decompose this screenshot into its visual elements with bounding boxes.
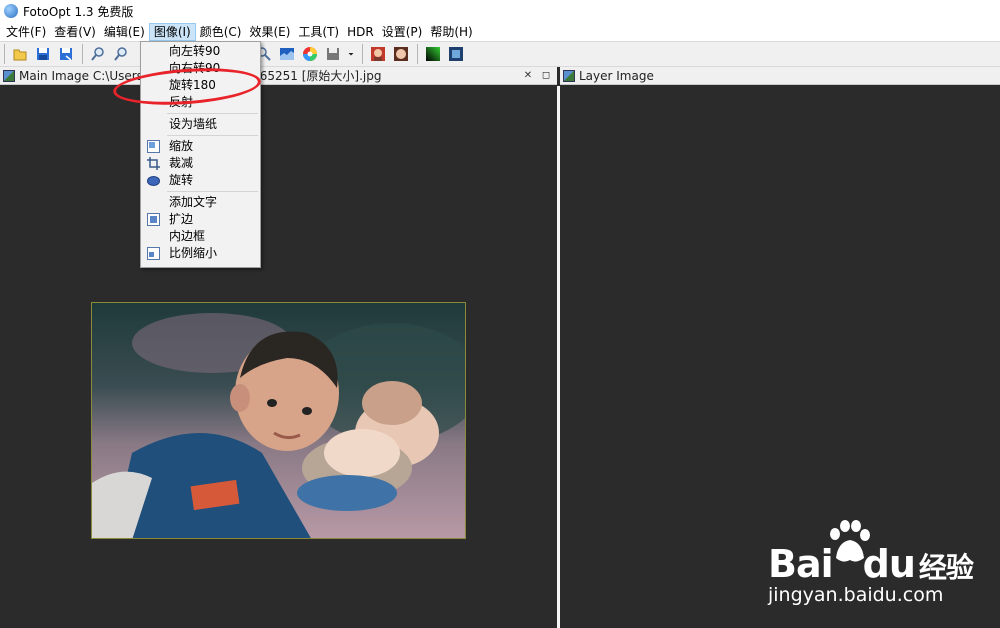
zoom-in-icon (91, 47, 104, 61)
menu-file[interactable]: 文件(F) (2, 23, 50, 41)
scale-down-icon (147, 247, 160, 260)
menu-crop[interactable]: 裁减 (141, 155, 260, 172)
menu-hdr[interactable]: HDR (343, 23, 378, 41)
crop-icon (147, 157, 160, 170)
menu-effects[interactable]: 效果(E) (245, 23, 294, 41)
menu-image[interactable]: 图像(I) (148, 22, 196, 41)
menu-item-label: 添加文字 (169, 195, 218, 209)
window-title: FotoOpt 1.3 免费版 (23, 4, 134, 19)
menu-item-label: 旋转 (169, 173, 194, 187)
color-wheel-icon (303, 47, 317, 61)
open-folder-icon (13, 49, 27, 61)
menu-resize[interactable]: 缩放 (141, 138, 260, 155)
rotate-icon (147, 176, 160, 186)
frame-button[interactable] (445, 43, 467, 65)
open-button[interactable] (9, 43, 31, 65)
menu-item-label: 缩放 (169, 139, 194, 153)
menu-view[interactable]: 查看(V) (50, 23, 100, 41)
menu-scale-down[interactable]: 比例缩小 (141, 245, 260, 262)
menu-help[interactable]: 帮助(H) (426, 23, 476, 41)
menu-add-text[interactable]: 添加文字 (141, 194, 260, 211)
save-format-button[interactable] (322, 43, 344, 65)
gradient-button[interactable] (422, 43, 444, 65)
expand-border-icon (147, 213, 160, 226)
app-icon (4, 4, 18, 18)
menu-settings[interactable]: 设置(P) (378, 23, 427, 41)
menu-separator (167, 135, 258, 136)
menu-inner-border[interactable]: 内边框 (141, 228, 260, 245)
zoom-in-button[interactable] (87, 43, 109, 65)
disk-icon (327, 48, 339, 60)
baidu-jingyan-watermark: Bai du 经验 jingyan.baidu.com (768, 520, 1000, 628)
main-image-photo (91, 302, 466, 539)
baidu-logo-bai: Bai (768, 542, 834, 586)
image-icon (3, 69, 15, 82)
watermark-url: jingyan.baidu.com (768, 584, 944, 606)
zoom-out-icon (114, 47, 127, 61)
toolbar-separator (4, 44, 5, 64)
menu-item-label: 设为墙纸 (169, 117, 218, 131)
save-button[interactable] (32, 43, 54, 65)
menu-expand-border[interactable]: 扩边 (141, 211, 260, 228)
title-bar: FotoOpt 1.3 免费版 (0, 0, 1000, 22)
main-image-title: Main Image C:\Users\0 2\pexels-photo-765… (19, 69, 382, 83)
portrait-effect-button[interactable] (367, 43, 389, 65)
resize-icon (147, 140, 160, 153)
menu-tools[interactable]: 工具(T) (294, 23, 343, 41)
menu-item-label: 内边框 (169, 229, 206, 243)
baidu-logo-text: Bai du 经验 (768, 542, 974, 586)
baidu-logo-jingyan: 经验 (918, 551, 974, 584)
menu-color[interactable]: 颜色(C) (196, 23, 246, 41)
levels-button[interactable] (276, 43, 298, 65)
chevron-down-icon (348, 53, 354, 56)
baby-photo-image (92, 303, 465, 538)
face-icon (394, 47, 408, 61)
save-as-icon (60, 48, 72, 61)
menu-separator (167, 191, 258, 192)
menu-item-label: 比例缩小 (169, 246, 218, 260)
main-image-pane-header: Main Image C:\Users\0 2\pexels-photo-765… (0, 67, 557, 85)
menu-rotate-left-90[interactable]: 向左转90 (141, 43, 260, 60)
menu-bar: 文件(F) 查看(V) 编辑(E) 图像(I) 颜色(C) 效果(E) 工具(T… (0, 22, 1000, 41)
layer-image-pane-header: Layer Image (560, 67, 1000, 85)
fotoopt-window: FotoOpt 1.3 免费版 文件(F) 查看(V) 编辑(E) 图像(I) … (0, 0, 1000, 628)
toolbar-separator (82, 44, 83, 64)
toolbar-separator (362, 44, 363, 64)
color-wheel-button[interactable] (299, 43, 321, 65)
toolbar-separator (417, 44, 418, 64)
pane-restore-button[interactable]: ◻ (539, 70, 553, 81)
menu-rotate[interactable]: 旋转 (141, 172, 260, 189)
zoom-out-button[interactable] (110, 43, 132, 65)
save-as-button[interactable] (55, 43, 77, 65)
layer-image-title: Layer Image (579, 68, 654, 83)
face-effect-button[interactable] (390, 43, 412, 65)
image-icon (563, 69, 575, 82)
frame-icon (449, 47, 463, 61)
menu-item-label: 裁减 (169, 156, 194, 170)
gradient-icon (426, 47, 440, 61)
save-icon (37, 48, 49, 60)
baidu-logo-du: du (862, 542, 916, 586)
pane-close-button[interactable]: ✕ (521, 70, 535, 81)
menu-edit[interactable]: 编辑(E) (100, 23, 149, 41)
menu-item-label: 向左转90 (169, 44, 221, 58)
dropdown-arrow-button[interactable] (345, 43, 357, 65)
portrait-icon (371, 47, 385, 61)
menu-item-label: 扩边 (169, 212, 194, 226)
levels-icon (280, 48, 294, 60)
menu-separator (167, 113, 258, 114)
menu-set-wallpaper[interactable]: 设为墙纸 (141, 116, 260, 133)
